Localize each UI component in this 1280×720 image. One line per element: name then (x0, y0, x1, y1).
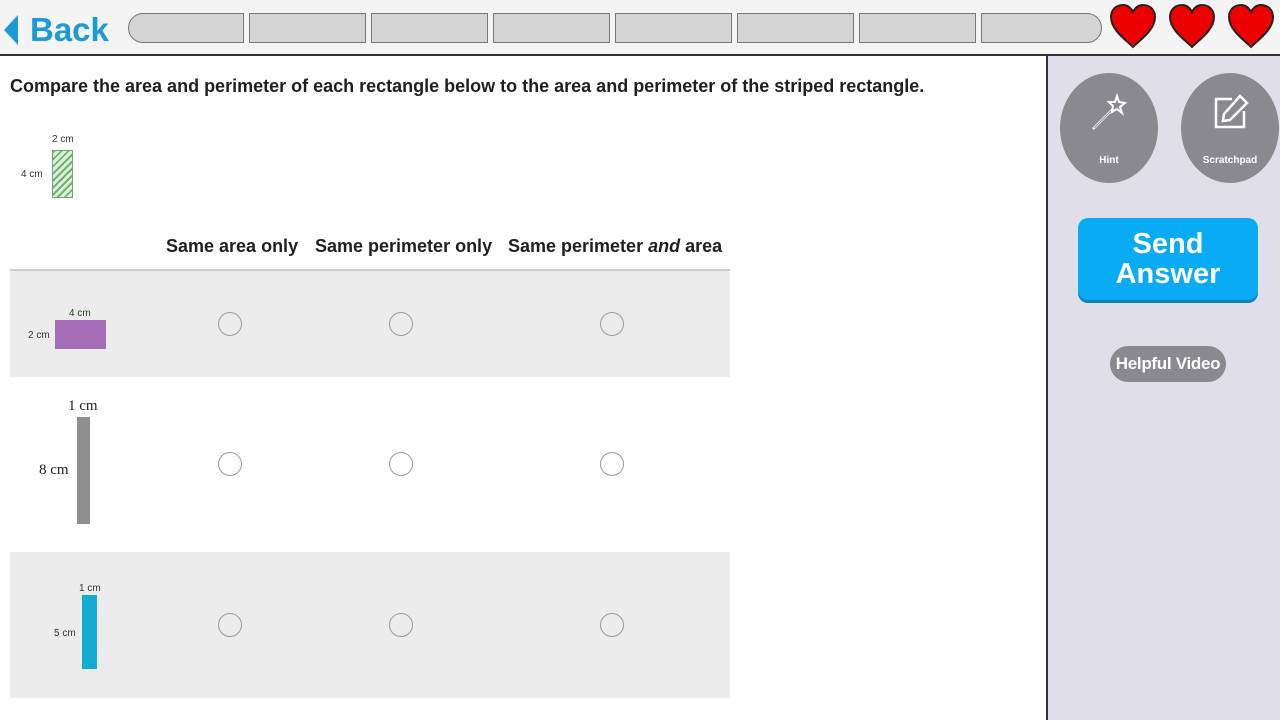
progress-segment (737, 13, 854, 43)
column-header-same-area: Same area only (166, 236, 299, 256)
progress-bar (128, 13, 1102, 43)
main-content: Compare the area and perimeter of each r… (0, 56, 1046, 720)
blue-rectangle (82, 595, 97, 669)
lives (1108, 2, 1276, 52)
sidebar: Hint Scratchpad Send Answer Helpful Vide… (1046, 56, 1280, 720)
striped-reference-rectangle (52, 150, 73, 198)
send-label-line: Answer (1115, 258, 1221, 290)
helpful-video-button[interactable]: Helpful Video (1110, 346, 1226, 382)
row-height-label: 5 cm (54, 628, 76, 639)
radio-same-perimeter-and-area[interactable] (600, 613, 624, 637)
table-row: 1 cm 8 cm (10, 377, 730, 552)
send-answer-label: Send Answer (1116, 229, 1221, 289)
heart-icon (1168, 3, 1216, 49)
progress-segment (615, 13, 732, 43)
reference-width-label: 2 cm (52, 134, 74, 145)
row-width-label: 1 cm (79, 583, 101, 594)
radio-same-perimeter-and-area[interactable] (600, 312, 624, 336)
send-answer-button[interactable]: Send Answer (1078, 218, 1258, 300)
row-width-label: 4 cm (69, 308, 91, 319)
heart-icon (1227, 3, 1275, 49)
column-header-text: area (680, 236, 723, 256)
hint-label: Hint (1099, 155, 1119, 166)
progress-segment (981, 13, 1102, 43)
scratchpad-label: Scratchpad (1202, 155, 1258, 166)
send-label-line: Send (1132, 228, 1204, 260)
column-header-same-perimeter: Same perimeter only (315, 236, 493, 256)
progress-segment (249, 13, 366, 43)
table-row: 1 cm 5 cm (10, 552, 730, 698)
back-label: Back (30, 11, 109, 48)
progress-segment (493, 13, 610, 43)
row-height-label: 2 cm (28, 330, 50, 341)
heart-icon (1109, 3, 1157, 49)
column-header-emphasis: and (648, 236, 681, 256)
top-bar: Back (0, 0, 1280, 56)
radio-same-perimeter-and-area[interactable] (600, 452, 624, 476)
radio-same-perimeter-only[interactable] (389, 452, 413, 476)
hint-button[interactable]: Hint (1060, 73, 1158, 183)
radio-same-area-only[interactable] (218, 312, 242, 336)
chevron-left-icon (4, 15, 18, 45)
purple-rectangle (55, 320, 106, 349)
edit-note-icon (1214, 94, 1249, 129)
progress-segment (128, 13, 244, 43)
column-header-text: Same perimeter (508, 236, 649, 256)
back-button[interactable]: Back (2, 8, 117, 52)
row-width-label: 1 cm (68, 398, 98, 414)
radio-same-perimeter-only[interactable] (389, 312, 413, 336)
question-text: Compare the area and perimeter of each r… (10, 76, 925, 96)
radio-same-area-only[interactable] (218, 452, 242, 476)
row-height-label: 8 cm (39, 462, 69, 478)
scratchpad-button[interactable]: Scratchpad (1181, 73, 1279, 183)
column-header-same-both: Same perimeter and area (508, 236, 722, 257)
radio-same-perimeter-only[interactable] (389, 613, 413, 637)
progress-segment (859, 13, 976, 43)
radio-same-area-only[interactable] (218, 613, 242, 637)
table-row: 4 cm 2 cm (10, 271, 730, 377)
gray-rectangle (77, 417, 90, 524)
progress-segment (371, 13, 488, 43)
magic-wand-icon (1092, 93, 1128, 130)
reference-height-label: 4 cm (21, 169, 43, 180)
